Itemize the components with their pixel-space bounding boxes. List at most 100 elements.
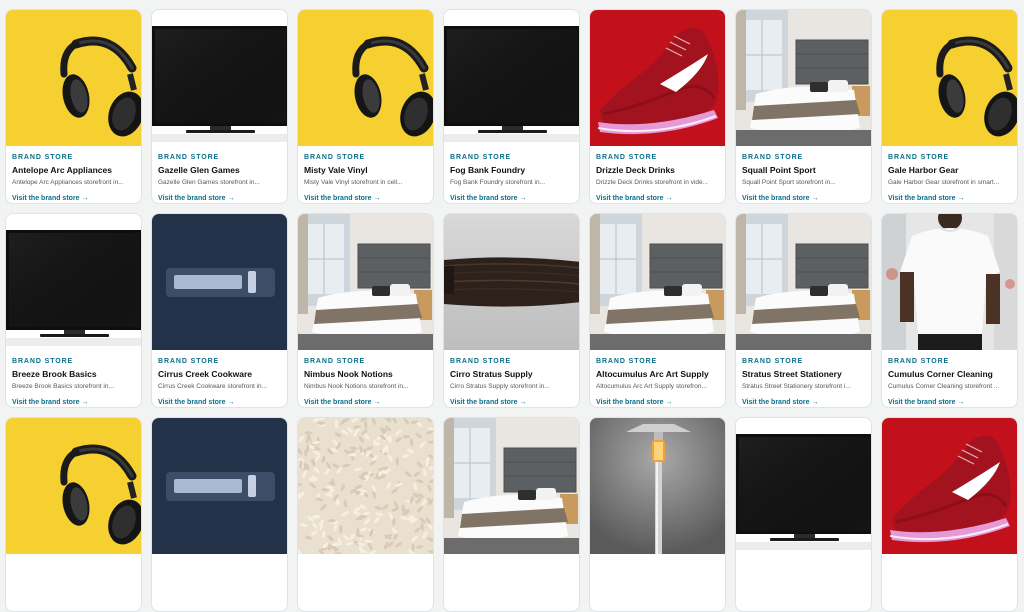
brand-description (596, 587, 719, 595)
brand-store-card[interactable]: BRAND STORE Squall Point Sport Squall Poin… (735, 9, 872, 204)
brand-name[interactable] (450, 573, 573, 583)
visit-brand-store-link[interactable]: Visit the brand store → (12, 194, 89, 203)
visit-brand-store-link[interactable]: Visit the brand store → (304, 194, 381, 203)
tshirt-illustration (882, 214, 1017, 350)
brand-description: Cumulus Corner Cleaning storefront ... (888, 383, 1000, 390)
card-body: BRAND STORE Stratus Street Stationery Stra… (736, 350, 871, 407)
brand-store-kicker: BRAND STORE (158, 154, 220, 161)
brand-store-card[interactable] (735, 417, 872, 612)
brand-description: Nimbus Nook Notions storefront in... (304, 383, 409, 390)
brand-store-card[interactable]: BRAND STORE Drizzle Deck Drinks Drizzle De… (589, 9, 726, 204)
brand-store-kicker: BRAND STORE (742, 154, 804, 161)
brand-store-card[interactable] (443, 417, 580, 612)
brand-store-kicker: BRAND STORE (12, 358, 74, 365)
brand-description: Squall Point Sport storefront in... (742, 179, 836, 186)
brand-name[interactable] (742, 573, 865, 583)
brand-store-kicker (596, 561, 719, 570)
brand-store-card[interactable]: BRAND STORE Misty Vale Vinyl Misty Vale Vi… (297, 9, 434, 204)
brand-store-kicker: BRAND STORE (596, 358, 658, 365)
sneaker-illustration (590, 10, 725, 146)
brand-store-card[interactable] (297, 417, 434, 612)
brand-name[interactable] (888, 573, 1011, 583)
hair-extension-image[interactable] (444, 214, 579, 350)
brand-description: Antelope Arc Appliances storefront in... (12, 179, 124, 186)
television-image[interactable] (152, 10, 287, 146)
brand-store-card[interactable]: BRAND STORE Cirro Stratus Supply Cirro Str… (443, 213, 580, 408)
brand-store-kicker (888, 561, 1011, 570)
card-body (444, 554, 579, 611)
hotel-bed-illustration (590, 214, 725, 350)
placeholder-image[interactable] (152, 214, 287, 350)
brand-name[interactable]: Fog Bank Foundry (450, 165, 573, 175)
placeholder-illustration (152, 214, 287, 350)
visit-brand-store-link[interactable]: Visit the brand store → (304, 398, 381, 407)
visit-brand-store-link[interactable]: Visit the brand store → (158, 194, 235, 203)
brand-name[interactable]: Gale Harbor Gear (888, 165, 1011, 175)
brand-name[interactable] (304, 573, 427, 583)
card-body (882, 554, 1017, 611)
brand-name[interactable]: Gazelle Glen Games (158, 165, 281, 175)
headphones-image[interactable] (298, 10, 433, 146)
brand-name[interactable]: Stratus Street Stationery (742, 369, 865, 379)
television-image[interactable] (444, 10, 579, 146)
hotel-bed-image[interactable] (590, 214, 725, 350)
brand-name[interactable]: Squall Point Sport (742, 165, 865, 175)
brand-store-grid: BRAND STORE Antelope Arc Appliances Antelo… (5, 9, 1018, 612)
brand-store-card[interactable]: BRAND STORE Nimbus Nook Notions Nimbus Noo… (297, 213, 434, 408)
visit-brand-store-link[interactable]: Visit the brand store → (450, 398, 527, 407)
brand-store-card[interactable]: BRAND STORE Gazelle Glen Games Gazelle Gle… (151, 9, 288, 204)
card-body: BRAND STORE Misty Vale Vinyl Misty Vale Vi… (298, 146, 433, 203)
brand-description: Misty Vale Vinyl storefront in cell... (304, 179, 403, 186)
brand-name[interactable]: Drizzle Deck Drinks (596, 165, 719, 175)
brand-store-kicker (450, 561, 573, 570)
hotel-bed-image[interactable] (736, 214, 871, 350)
brand-store-card[interactable] (151, 417, 288, 612)
television-image[interactable] (6, 214, 141, 350)
brand-name[interactable]: Nimbus Nook Notions (304, 369, 427, 379)
sneaker-image[interactable] (590, 10, 725, 146)
brand-name[interactable] (158, 573, 281, 583)
brand-store-card[interactable]: BRAND STORE Stratus Street Stationery Stra… (735, 213, 872, 408)
brand-name[interactable]: Cumulus Corner Cleaning (888, 369, 1011, 379)
visit-brand-store-link[interactable]: Visit the brand store → (742, 398, 819, 407)
television-illustration (6, 214, 141, 350)
headphones-illustration (882, 10, 1017, 146)
headphones-image[interactable] (882, 10, 1017, 146)
brand-name[interactable] (12, 573, 135, 583)
hotel-bed-image[interactable] (298, 214, 433, 350)
visit-brand-store-link[interactable]: Visit the brand store → (888, 398, 965, 407)
brand-store-card[interactable]: BRAND STORE Cumulus Corner Cleaning Cumulu… (881, 213, 1018, 408)
hotel-bed-illustration (298, 214, 433, 350)
card-body: BRAND STORE Cumulus Corner Cleaning Cumulu… (882, 350, 1017, 407)
brand-store-card[interactable]: BRAND STORE Breeze Brook Basics Breeze Bro… (5, 213, 142, 408)
brand-name[interactable] (596, 573, 719, 583)
brand-name[interactable]: Altocumulus Arc Art Supply (596, 369, 719, 379)
brand-store-card[interactable]: BRAND STORE Antelope Arc Appliances Antelo… (5, 9, 142, 204)
brand-store-card[interactable] (881, 417, 1018, 612)
visit-brand-store-link[interactable]: Visit the brand store → (450, 194, 527, 203)
tshirt-image[interactable] (882, 214, 1017, 350)
brand-name[interactable]: Cirrus Creek Cookware (158, 369, 281, 379)
brand-store-card[interactable]: BRAND STORE Gale Harbor Gear Gale Harbor G… (881, 9, 1018, 204)
brand-name[interactable]: Misty Vale Vinyl (304, 165, 427, 175)
brand-name[interactable]: Cirro Stratus Supply (450, 369, 573, 379)
brand-store-card[interactable]: BRAND STORE Fog Bank Foundry Fog Bank Foun… (443, 9, 580, 204)
visit-brand-store-link[interactable]: Visit the brand store → (888, 194, 965, 203)
visit-brand-store-link[interactable]: Visit the brand store → (12, 398, 89, 407)
brand-store-kicker: BRAND STORE (304, 358, 366, 365)
brand-store-kicker: BRAND STORE (450, 358, 512, 365)
card-body (736, 554, 871, 611)
card-body: BRAND STORE Gale Harbor Gear Gale Harbor G… (882, 146, 1017, 203)
visit-brand-store-link[interactable]: Visit the brand store → (596, 398, 673, 407)
brand-store-card[interactable]: BRAND STORE Altocumulus Arc Art Supply Alt… (589, 213, 726, 408)
visit-brand-store-link[interactable]: Visit the brand store → (158, 398, 235, 407)
brand-store-card[interactable]: BRAND STORE Cirrus Creek Cookware Cirrus C… (151, 213, 288, 408)
brand-store-card[interactable] (5, 417, 142, 612)
visit-brand-store-link[interactable]: Visit the brand store → (596, 194, 673, 203)
visit-brand-store-link[interactable]: Visit the brand store → (742, 194, 819, 203)
headphones-image[interactable] (6, 10, 141, 146)
hotel-bed-image[interactable] (736, 10, 871, 146)
brand-store-card[interactable] (589, 417, 726, 612)
brand-name[interactable]: Breeze Brook Basics (12, 369, 135, 379)
brand-name[interactable]: Antelope Arc Appliances (12, 165, 135, 175)
